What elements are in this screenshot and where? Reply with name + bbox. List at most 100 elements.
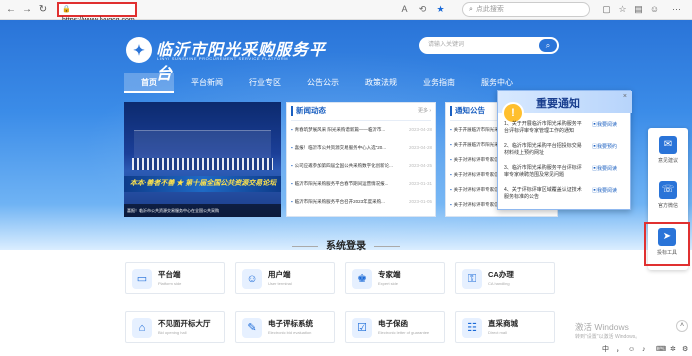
news-banner-image[interactable]: 本本·善者不善 ★ 第十届全国公共资源交易论坛 喜报！临沂市公共资源交易服务中心… xyxy=(124,102,281,217)
popup-notice-text[interactable]: 2、临沂市阳光采购平台招投标交易材料线上预约网址 xyxy=(504,143,586,157)
refresh-icon[interactable]: ↻ xyxy=(36,3,50,17)
skin-icon[interactable]: ✲ xyxy=(670,344,676,356)
card-title: 直采商城 xyxy=(488,319,518,328)
card-subtitle: Direct mall xyxy=(488,330,507,335)
card-title: 电子保函 xyxy=(378,319,408,328)
nav-item-guide[interactable]: 业务指南 xyxy=(414,73,464,93)
collections-icon[interactable]: ▤ xyxy=(632,3,645,16)
popup-notice-item: 3、临沂市阳光采购服务平台评标评审专家续聘范围及常见问题 ▣我要阅读 xyxy=(504,165,622,189)
section-title-text: 系统登录 xyxy=(326,241,366,252)
login-card-user[interactable]: ☺ 用户端 User terminal xyxy=(235,262,335,294)
banner-band-text: 本本·善者不善 ★ 第十届全国公共资源交易论坛 xyxy=(124,176,281,192)
nav-item-announcements[interactable]: 公告公示 xyxy=(298,73,348,93)
watermark-line2: 转到"设置"以激活 Windows。 xyxy=(575,334,641,340)
divider xyxy=(291,120,431,121)
reserve-link[interactable]: ▣我要预约 xyxy=(592,144,622,151)
split-screen-icon[interactable]: ▢ xyxy=(600,3,613,16)
banner-stage xyxy=(134,130,271,160)
popup-notice-item: 4、关于评标评审区域覆盖认证技术服务标准的公告 ▣我要阅读 xyxy=(504,187,622,211)
paper-plane-icon: ➤ xyxy=(658,228,676,246)
card-title: 专家端 xyxy=(378,270,401,279)
microphone-icon[interactable]: ♪ xyxy=(642,344,646,356)
banner-caption[interactable]: 喜报！临沂市公共资源交易服务中心在全国公共采购 xyxy=(124,204,281,217)
wechat-icon: ☏ xyxy=(659,181,677,199)
search-icon: ⌕ xyxy=(545,41,551,50)
news-item-date: 2023-04-25 xyxy=(406,159,432,173)
translate-icon[interactable]: ⟲ xyxy=(416,3,429,16)
site-logo[interactable]: ✦ 临沂市阳光采购服务平台 LINYI SUNSHINE PROCUREMENT… xyxy=(126,36,326,83)
card-subtitle: User terminal xyxy=(268,281,292,286)
user-icon: ☺ xyxy=(242,269,262,289)
news-item-date: 2023-04-28 xyxy=(406,141,432,155)
popup-notice-item: 1、关于开展临沂市阳光采购服务平台评标评审专家管理工作的通知 ▣我要阅读 xyxy=(504,121,622,145)
settings-icon[interactable]: ⚙ xyxy=(682,344,688,356)
popup-title: 重要通知 xyxy=(536,98,580,110)
ime-punctuation[interactable]: ， xyxy=(616,344,623,356)
news-list-item[interactable]: ▪ 青春筑梦展风采 阳光采购谱新篇——临沂市... 2023-04-28 xyxy=(291,123,432,137)
popup-notice-text[interactable]: 1、关于开展临沂市阳光采购服务平台评标评审专家管理工作的通知 xyxy=(504,121,586,135)
news-item-text: 临沂市阳光采购服务平台召开2023年度采购... xyxy=(294,199,385,204)
site-subtitle: LINYI SUNSHINE PROCUREMENT SERVICE PLATF… xyxy=(157,56,289,61)
card-subtitle: Platform side xyxy=(158,281,182,286)
nav-item-home[interactable]: 首页 xyxy=(124,73,174,93)
card-subtitle: CA handling xyxy=(488,281,510,286)
address-bar[interactable]: 🔒https://www.lyygcg.com xyxy=(57,2,137,24)
read-aloud-icon[interactable]: A xyxy=(398,3,411,16)
login-card-expert[interactable]: ♚ 专家端 Expert side xyxy=(345,262,445,294)
news-item-text: 青春筑梦展风采 阳光采购谱新篇——临沂市... xyxy=(294,127,386,132)
news-more-link[interactable]: 更多 › xyxy=(418,107,431,114)
floating-sidebar: ✉ 意见建议 ☏ 官方微信 ➤ 投标工具 xyxy=(644,128,690,270)
news-list-item[interactable]: ▪ 临沂市阳光采购服务平台召开2023年度采购... 2023-01-05 xyxy=(291,195,432,209)
nav-item-platform-news[interactable]: 平台新闻 xyxy=(182,73,232,93)
nav-item-policies[interactable]: 政策法规 xyxy=(356,73,406,93)
forward-arrow-icon[interactable]: → xyxy=(20,3,34,17)
bid-tools-button[interactable]: ➤ 投标工具 xyxy=(644,222,690,266)
login-card-mall[interactable]: ☷ 直采商城 Direct mall xyxy=(455,311,555,343)
keyboard-icon[interactable]: ⌨ xyxy=(656,344,666,356)
emoji-icon[interactable]: ☺ xyxy=(628,344,635,356)
close-icon[interactable]: × xyxy=(623,93,627,100)
login-card-guarantee[interactable]: ☑ 电子保函 Electronic letter of guarantee xyxy=(345,311,445,343)
browser-search-box[interactable]: ⌕ 点此搜索 xyxy=(462,2,590,17)
card-title: CA办理 xyxy=(488,270,514,279)
menu-more-icon[interactable]: ⋯ xyxy=(670,3,683,16)
news-item-text: 喜报！临沂市公共资源交易服务中心入选"20... xyxy=(294,145,386,150)
favorites-icon[interactable]: ☆ xyxy=(616,3,629,16)
news-item-date: 2023-01-31 xyxy=(406,177,432,191)
popup-notice-text[interactable]: 3、临沂市阳光采购服务平台评标评审专家续聘范围及常见问题 xyxy=(504,165,586,179)
news-list-item[interactable]: ▪ 公司应邀参加第四届全国公共采购数字化创新论... 2023-04-25 xyxy=(291,159,432,173)
ime-language[interactable]: 中 xyxy=(602,344,609,356)
wechat-label: 官方微信 xyxy=(657,203,678,209)
card-subtitle: Electronic bid evaluation xyxy=(268,330,312,335)
expert-icon: ♚ xyxy=(352,269,372,289)
site-search-placeholder: 请输入关键词 xyxy=(428,42,465,48)
login-card-evaluation[interactable]: ✎ 电子评标系统 Electronic bid evaluation xyxy=(235,311,335,343)
read-link[interactable]: ▣我要阅读 xyxy=(592,122,622,129)
profile-icon[interactable]: ☺ xyxy=(648,3,661,16)
web-page: ✦ 临沂市阳光采购服务平台 LINYI SUNSHINE PROCUREMENT… xyxy=(0,20,692,356)
chat-icon: ✉ xyxy=(659,136,677,154)
watermark-line1: 激活 Windows xyxy=(575,322,629,332)
nav-item-industry[interactable]: 行业专区 xyxy=(240,73,290,93)
news-list-item[interactable]: ▪ 喜报！临沂市公共资源交易服务中心入选"20... 2023-04-28 xyxy=(291,141,432,155)
login-card-bid-hall[interactable]: ⌂ 不见面开标大厅 Bid opening hall xyxy=(125,311,225,343)
back-arrow-icon[interactable]: ← xyxy=(4,3,18,17)
read-link[interactable]: ▣我要阅读 xyxy=(592,166,622,173)
favorite-star-icon[interactable]: ★ xyxy=(434,3,447,16)
feedback-button[interactable]: ✉ 意见建议 xyxy=(651,132,685,168)
card-subtitle: Expert side xyxy=(378,281,399,286)
back-to-top-icon[interactable]: ˄ xyxy=(676,320,688,332)
site-search-input[interactable]: 请输入关键词 ⌕ xyxy=(419,37,559,54)
read-link[interactable]: ▣我要阅读 xyxy=(592,188,622,195)
notice-panel-title: 通知公告 xyxy=(450,106,485,116)
guarantee-icon: ☑ xyxy=(352,318,372,338)
wechat-button[interactable]: ☏ 官方微信 xyxy=(651,177,685,213)
login-card-platform[interactable]: ▭ 平台端 Platform side xyxy=(125,262,225,294)
banner-crowd xyxy=(132,158,273,170)
site-search-button[interactable]: ⌕ xyxy=(539,39,557,52)
login-card-ca[interactable]: ⚿ CA办理 CA handling xyxy=(455,262,555,294)
important-notice-popup: ! 重要通知 × 1、关于开展临沂市阳光采购服务平台评标评审专家管理工作的通知 … xyxy=(497,90,632,211)
news-list-item[interactable]: ▪ 临沂市阳光采购服务平台春节期间运营情况报... 2023-01-31 xyxy=(291,177,432,191)
ime-toolbar: 中 ， ☺ ♪ ⌨ ✲ ⚙ xyxy=(596,344,692,356)
popup-notice-text[interactable]: 4、关于评标评审区域覆盖认证技术服务标准的公告 xyxy=(504,187,586,201)
